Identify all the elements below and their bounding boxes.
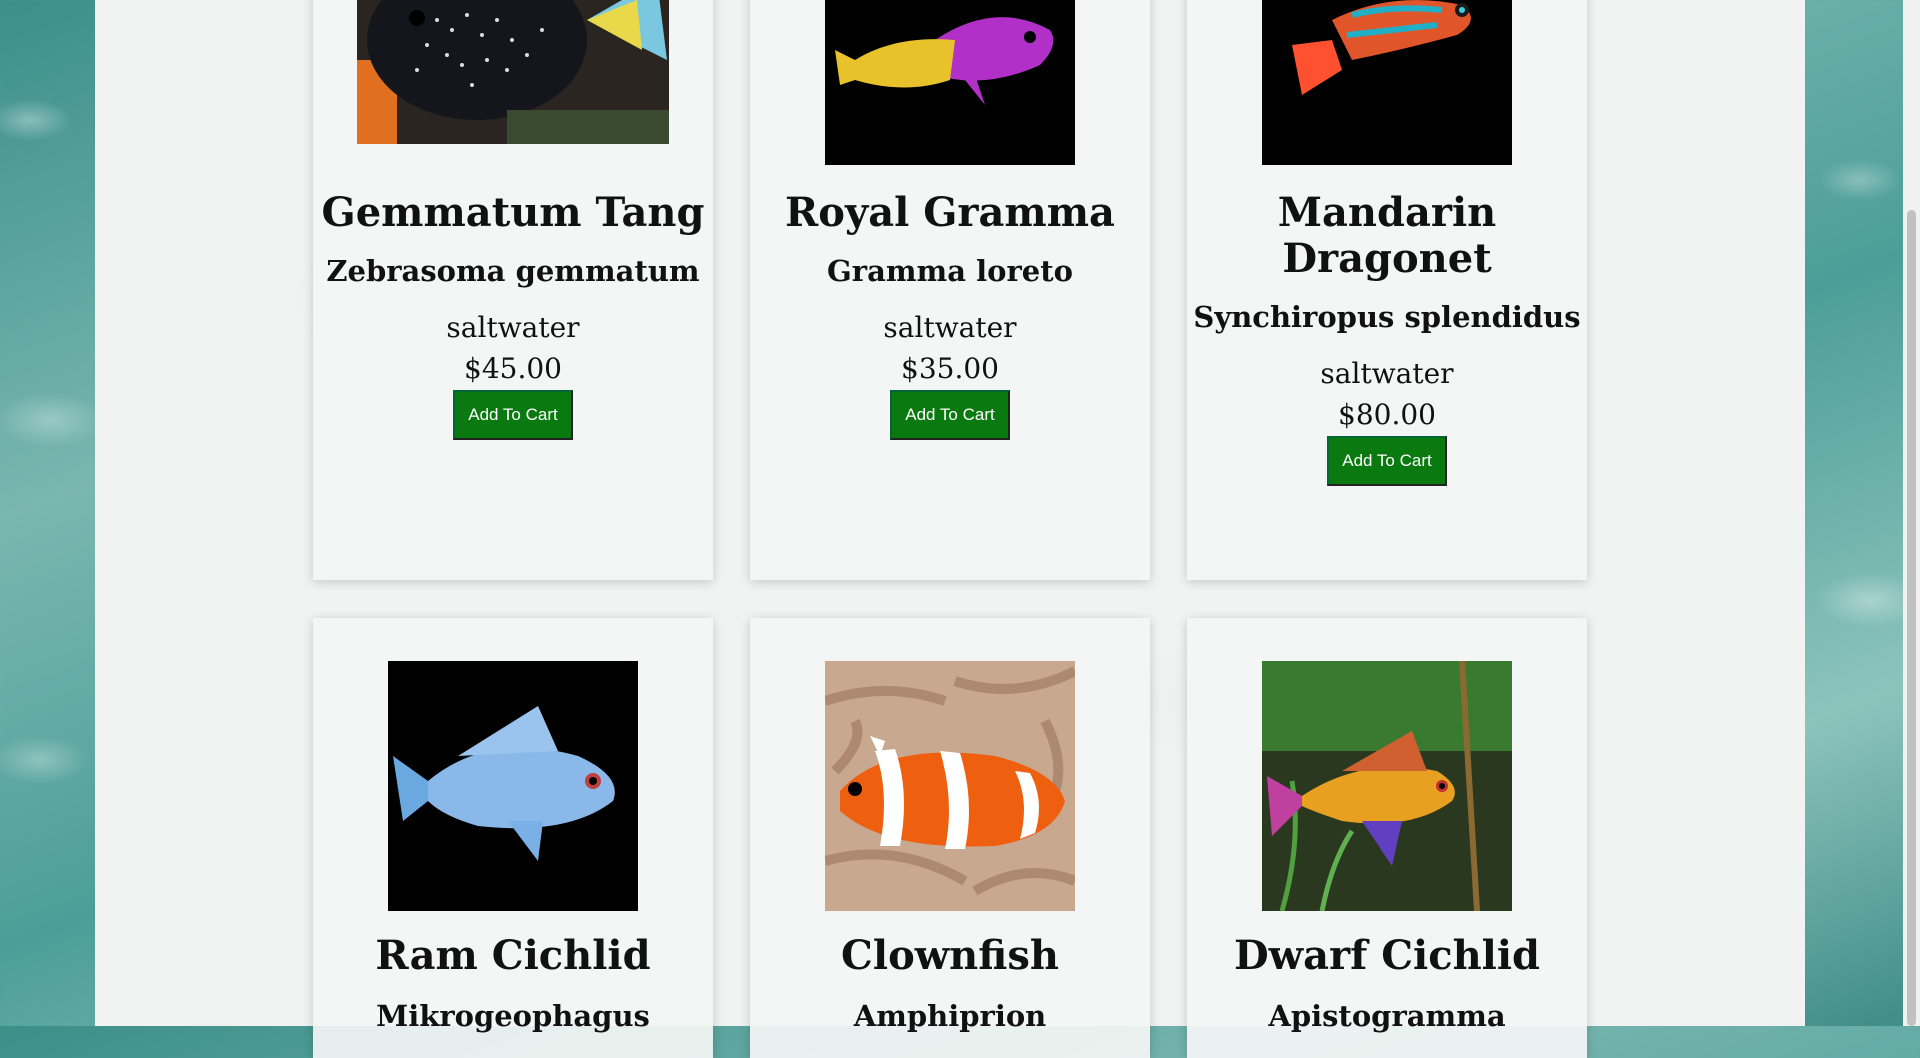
product-species: Amphiprion — [853, 999, 1047, 1033]
dwarf-cichlid-fish-icon — [1262, 661, 1512, 911]
content-panel: Gemmatum Tang Zebrasoma gemmatum saltwat… — [95, 0, 1805, 1058]
product-card: Ram Cichlid Mikrogeophagus — [313, 618, 713, 1058]
product-card: Mandarin Dragonet Synchiropus splendidus… — [1187, 0, 1587, 580]
add-to-cart-button[interactable]: Add To Cart — [453, 390, 573, 440]
product-species: Mikrogeophagus — [376, 999, 650, 1033]
cichlid-fish-icon — [388, 661, 638, 911]
product-card: Clownfish Amphiprion — [750, 618, 1150, 1058]
product-name: Gemmatum Tang — [321, 189, 705, 236]
gramma-fish-icon — [825, 0, 1075, 165]
product-price: $45.00 — [464, 352, 562, 385]
tang-fish-icon — [357, 0, 669, 144]
product-type: saltwater — [883, 311, 1017, 344]
product-species: Synchiropus splendidus — [1193, 300, 1581, 334]
product-card: Gemmatum Tang Zebrasoma gemmatum saltwat… — [313, 0, 713, 580]
product-species: Zebrasoma gemmatum — [326, 254, 700, 288]
product-card: Dwarf Cichlid Apistogramma — [1187, 618, 1587, 1058]
product-price: $80.00 — [1338, 398, 1436, 431]
clownfish-icon — [825, 661, 1075, 911]
scrollbar[interactable] — [1903, 0, 1920, 1026]
product-name: Dwarf Cichlid — [1233, 932, 1541, 979]
product-name: Ram Cichlid — [375, 932, 651, 979]
product-species: Gramma loreto — [827, 254, 1073, 288]
add-to-cart-button[interactable]: Add To Cart — [1327, 436, 1447, 486]
product-type: saltwater — [1320, 357, 1454, 390]
product-name: Mandarin Dragonet — [1277, 189, 1497, 282]
product-price: $35.00 — [901, 352, 999, 385]
product-name: Clownfish — [841, 932, 1059, 979]
product-name: Royal Gramma — [785, 189, 1115, 236]
add-to-cart-button[interactable]: Add To Cart — [890, 390, 1010, 440]
product-type: saltwater — [446, 311, 580, 344]
product-species: Apistogramma — [1268, 999, 1506, 1033]
scrollbar-thumb[interactable] — [1907, 210, 1916, 1026]
product-card: Royal Gramma Gramma loreto saltwater $35… — [750, 0, 1150, 580]
dragonet-fish-icon — [1262, 0, 1512, 165]
